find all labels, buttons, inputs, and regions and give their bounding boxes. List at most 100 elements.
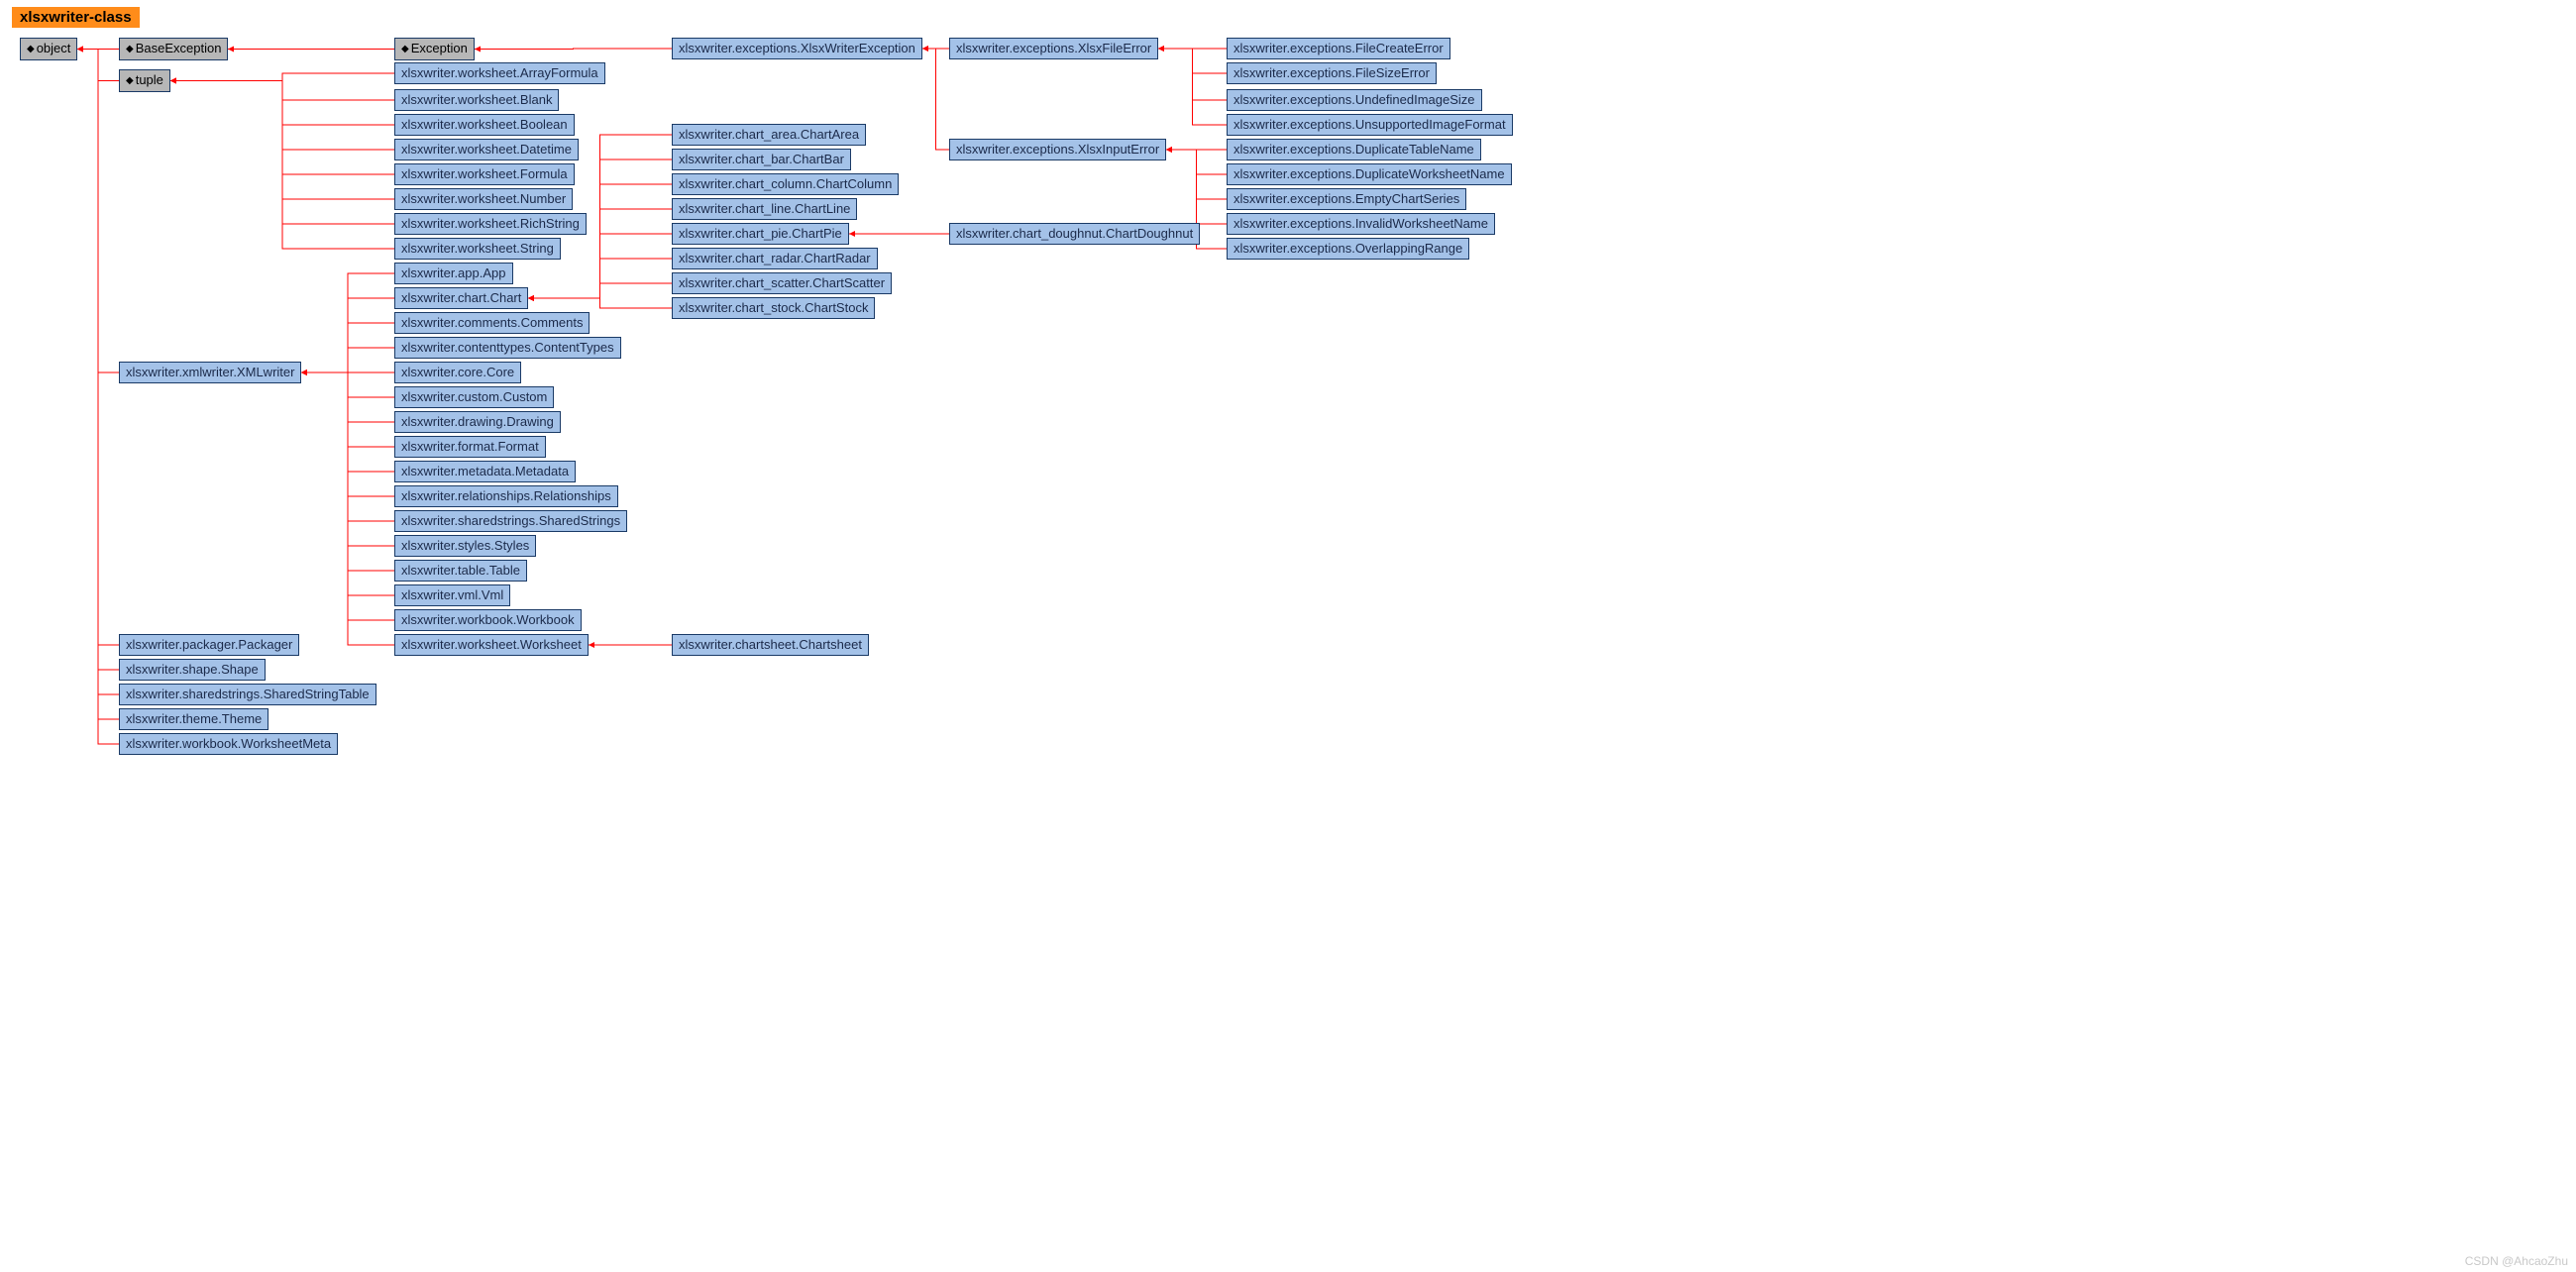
- class-node-label: xlsxwriter.exceptions.XlsxInputError: [956, 142, 1159, 157]
- inheritance-edge: [77, 50, 119, 646]
- class-node-xml_table: xlsxwriter.table.Table: [394, 560, 527, 582]
- class-node-dupwsname: xlsxwriter.exceptions.DuplicateWorksheet…: [1227, 163, 1512, 185]
- class-node-label: xlsxwriter.theme.Theme: [126, 711, 262, 726]
- inheritance-edge: [77, 50, 119, 671]
- class-node-unsupimgfmt: xlsxwriter.exceptions.UnsupportedImageFo…: [1227, 114, 1513, 136]
- class-node-xmlwriter: xlsxwriter.xmlwriter.XMLwriter: [119, 362, 301, 383]
- class-node-label: xlsxwriter.chartsheet.Chartsheet: [679, 637, 862, 652]
- class-node-xml_relationships: xlsxwriter.relationships.Relationships: [394, 485, 618, 507]
- inheritance-edge: [922, 49, 949, 150]
- class-node-label: xlsxwriter.packager.Packager: [126, 637, 292, 652]
- class-node-label: xlsxwriter.worksheet.Number: [401, 191, 566, 206]
- class-node-xml_worksheet: xlsxwriter.worksheet.Worksheet: [394, 634, 589, 656]
- class-node-label: xlsxwriter.vml.Vml: [401, 587, 503, 602]
- class-node-label: xlsxwriter.exceptions.XlsxFileError: [956, 41, 1151, 55]
- inheritance-edge: [170, 73, 394, 81]
- class-node-xml_comments: xlsxwriter.comments.Comments: [394, 312, 590, 334]
- class-node-filecreateerr: xlsxwriter.exceptions.FileCreateError: [1227, 38, 1450, 59]
- class-node-label: xlsxwriter.styles.Styles: [401, 538, 529, 553]
- class-node-chart_doughnut: xlsxwriter.chart_doughnut.ChartDoughnut: [949, 223, 1200, 245]
- inheritance-edge: [1166, 150, 1227, 174]
- inheritance-edge: [1158, 49, 1227, 100]
- inheritance-edge: [1158, 49, 1227, 73]
- class-node-ws_string: xlsxwriter.worksheet.String: [394, 238, 561, 260]
- inheritance-edge: [77, 50, 119, 720]
- inheritance-edge: [170, 81, 394, 200]
- class-node-label: xlsxwriter.exceptions.UndefinedImageSize: [1234, 92, 1475, 107]
- class-node-xml_vml: xlsxwriter.vml.Vml: [394, 584, 510, 606]
- class-node-label: xlsxwriter.worksheet.String: [401, 241, 554, 256]
- class-node-label: xlsxwriter.worksheet.Worksheet: [401, 637, 582, 652]
- class-node-xml_metadata: xlsxwriter.metadata.Metadata: [394, 461, 576, 482]
- class-node-label: xlsxwriter.shape.Shape: [126, 662, 259, 677]
- class-node-label: xlsxwriter.chart_pie.ChartPie: [679, 226, 842, 241]
- diamond-icon: ◆: [27, 42, 35, 57]
- class-node-ws_formula: xlsxwriter.worksheet.Formula: [394, 163, 575, 185]
- class-node-ws_arrayformula: xlsxwriter.worksheet.ArrayFormula: [394, 62, 605, 84]
- class-node-label: xlsxwriter.metadata.Metadata: [401, 464, 569, 478]
- inheritance-edge: [301, 323, 394, 372]
- inheritance-edge: [170, 81, 394, 151]
- class-node-xml_sharedstrings: xlsxwriter.sharedstrings.SharedStrings: [394, 510, 627, 532]
- inheritance-edge: [301, 372, 394, 620]
- class-node-xml_custom: xlsxwriter.custom.Custom: [394, 386, 554, 408]
- class-node-label: xlsxwriter.exceptions.FileSizeError: [1234, 65, 1430, 80]
- class-node-label: xlsxwriter.worksheet.ArrayFormula: [401, 65, 598, 80]
- class-node-label: xlsxwriter.drawing.Drawing: [401, 414, 554, 429]
- diagram-title: xlsxwriter-class: [12, 7, 140, 28]
- class-node-label: xlsxwriter.exceptions.XlsxWriterExceptio…: [679, 41, 915, 55]
- inheritance-edge: [301, 372, 394, 447]
- class-node-exception: ◆Exception: [394, 38, 475, 60]
- class-node-label: xlsxwriter.core.Core: [401, 365, 514, 379]
- inheritance-edge: [1166, 150, 1227, 224]
- class-node-xml_drawing: xlsxwriter.drawing.Drawing: [394, 411, 561, 433]
- class-node-ovrange: xlsxwriter.exceptions.OverlappingRange: [1227, 238, 1469, 260]
- class-node-xlsxwriterexc: xlsxwriter.exceptions.XlsxWriterExceptio…: [672, 38, 922, 59]
- class-node-chart_line: xlsxwriter.chart_line.ChartLine: [672, 198, 857, 220]
- class-node-chart_area: xlsxwriter.chart_area.ChartArea: [672, 124, 866, 146]
- watermark: CSDN @AhcaoZhu: [2465, 1254, 2568, 1268]
- class-node-label: object: [37, 41, 71, 55]
- class-node-sst: xlsxwriter.sharedstrings.SharedStringTab…: [119, 684, 376, 705]
- class-node-label: xlsxwriter.chart_bar.ChartBar: [679, 152, 844, 166]
- class-node-label: xlsxwriter.chart_line.ChartLine: [679, 201, 850, 216]
- class-node-xml_format: xlsxwriter.format.Format: [394, 436, 546, 458]
- class-node-label: xlsxwriter.sharedstrings.SharedStrings: [401, 513, 620, 528]
- class-node-label: xlsxwriter.xmlwriter.XMLwriter: [126, 365, 294, 379]
- inheritance-edge: [77, 50, 119, 745]
- class-node-ws_blank: xlsxwriter.worksheet.Blank: [394, 89, 559, 111]
- class-node-xml_styles: xlsxwriter.styles.Styles: [394, 535, 536, 557]
- class-node-label: xlsxwriter.chart_stock.ChartStock: [679, 300, 868, 315]
- class-node-filesizeerr: xlsxwriter.exceptions.FileSizeError: [1227, 62, 1437, 84]
- class-node-chartsheet: xlsxwriter.chartsheet.Chartsheet: [672, 634, 869, 656]
- inheritance-edge: [170, 81, 394, 250]
- class-node-chart_scatter: xlsxwriter.chart_scatter.ChartScatter: [672, 272, 892, 294]
- inheritance-edge: [301, 372, 394, 546]
- inheritance-edge: [301, 372, 394, 472]
- class-node-chart_column: xlsxwriter.chart_column.ChartColumn: [672, 173, 899, 195]
- inheritance-edge: [528, 298, 672, 308]
- class-node-xml_app: xlsxwriter.app.App: [394, 263, 513, 284]
- inheritance-edge: [301, 298, 394, 372]
- inheritance-edge: [170, 81, 394, 101]
- class-node-label: tuple: [136, 72, 163, 87]
- class-node-label: xlsxwriter.exceptions.DuplicateTableName: [1234, 142, 1474, 157]
- class-node-invwsname: xlsxwriter.exceptions.InvalidWorksheetNa…: [1227, 213, 1495, 235]
- inheritance-edge: [77, 50, 119, 81]
- class-node-label: xlsxwriter.chart_area.ChartArea: [679, 127, 859, 142]
- class-node-label: xlsxwriter.sharedstrings.SharedStringTab…: [126, 687, 370, 701]
- class-node-baseexc: ◆BaseException: [119, 38, 228, 60]
- class-node-label: xlsxwriter.exceptions.UnsupportedImageFo…: [1234, 117, 1506, 132]
- inheritance-edge: [475, 49, 672, 50]
- class-node-xlsxinputerr: xlsxwriter.exceptions.XlsxInputError: [949, 139, 1166, 160]
- inheritance-edge: [301, 372, 394, 496]
- class-node-xml_chart: xlsxwriter.chart.Chart: [394, 287, 528, 309]
- inheritance-edge: [301, 372, 394, 397]
- class-node-label: xlsxwriter.worksheet.Blank: [401, 92, 552, 107]
- class-node-ws_number: xlsxwriter.worksheet.Number: [394, 188, 573, 210]
- inheritance-edge: [301, 372, 394, 571]
- class-node-wsmeta: xlsxwriter.workbook.WorksheetMeta: [119, 733, 338, 755]
- diamond-icon: ◆: [126, 73, 134, 89]
- class-node-label: xlsxwriter.comments.Comments: [401, 315, 583, 330]
- class-node-chart_radar: xlsxwriter.chart_radar.ChartRadar: [672, 248, 878, 269]
